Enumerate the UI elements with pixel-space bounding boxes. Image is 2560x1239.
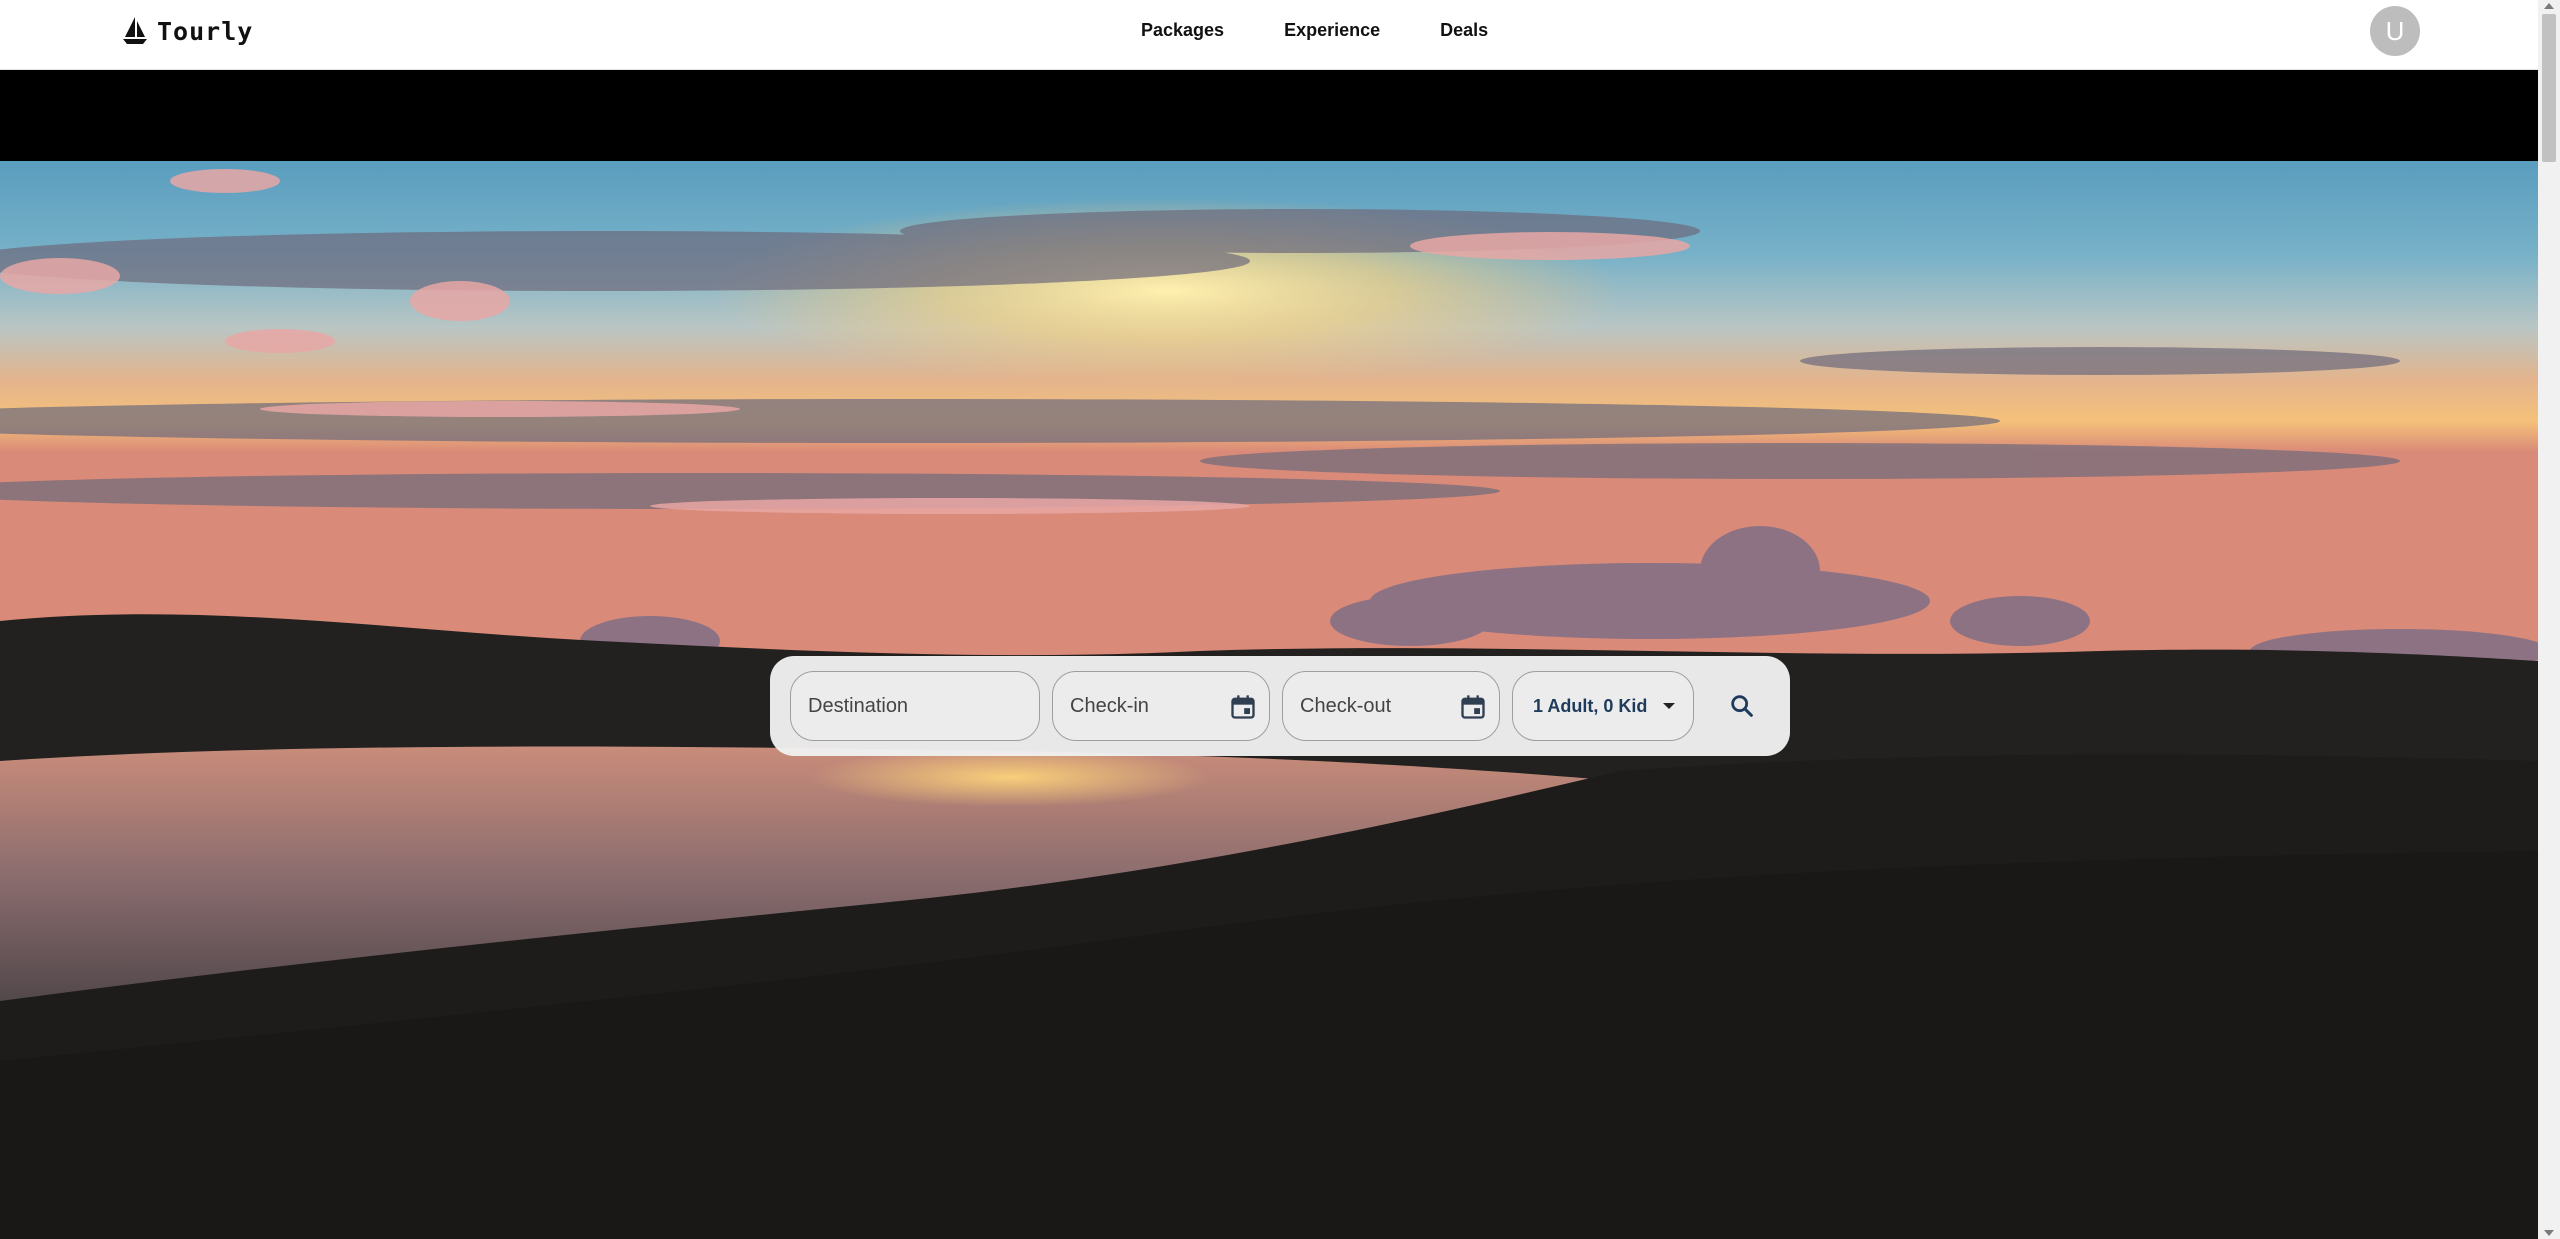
avatar-initial: U	[2385, 15, 2405, 46]
calendar-icon[interactable]	[1229, 693, 1257, 721]
checkin-date-field[interactable]: Check-in	[1052, 671, 1270, 741]
user-avatar[interactable]: U	[2370, 6, 2420, 56]
nav-item-packages[interactable]: Packages	[1141, 20, 1224, 41]
scrollbar-thumb[interactable]	[2542, 14, 2556, 162]
search-button[interactable]	[1720, 684, 1764, 728]
brand-name: Tourly	[157, 16, 254, 46]
sailboat-icon	[123, 17, 147, 44]
nav-item-deals[interactable]: Deals	[1440, 20, 1488, 41]
checkin-placeholder: Check-in	[1070, 694, 1149, 717]
scroll-down-arrow-icon[interactable]	[2544, 1230, 2554, 1236]
guests-value: 1 Adult, 0 Kid	[1533, 695, 1648, 716]
header-spacer-band	[0, 70, 2538, 161]
checkout-date-field[interactable]: Check-out	[1282, 671, 1500, 741]
checkout-placeholder: Check-out	[1300, 694, 1392, 717]
search-panel: Destination Check-in Check-out 1 Adult, …	[770, 656, 1790, 756]
brand-logo[interactable]: Tourly	[121, 11, 253, 51]
main-nav: Packages Experience Deals	[1141, 0, 1488, 60]
top-navigation-bar: Tourly Packages Experience Deals U	[0, 0, 2538, 70]
calendar-icon[interactable]	[1459, 693, 1487, 721]
nav-item-experience[interactable]: Experience	[1284, 20, 1380, 41]
guests-select[interactable]: 1 Adult, 0 Kid	[1512, 671, 1694, 741]
chevron-down-icon	[1663, 703, 1675, 709]
destination-input[interactable]: Destination	[790, 671, 1040, 741]
search-icon	[1731, 695, 1753, 717]
page-scrollbar[interactable]	[2538, 0, 2560, 1239]
scroll-up-arrow-icon[interactable]	[2544, 3, 2554, 9]
